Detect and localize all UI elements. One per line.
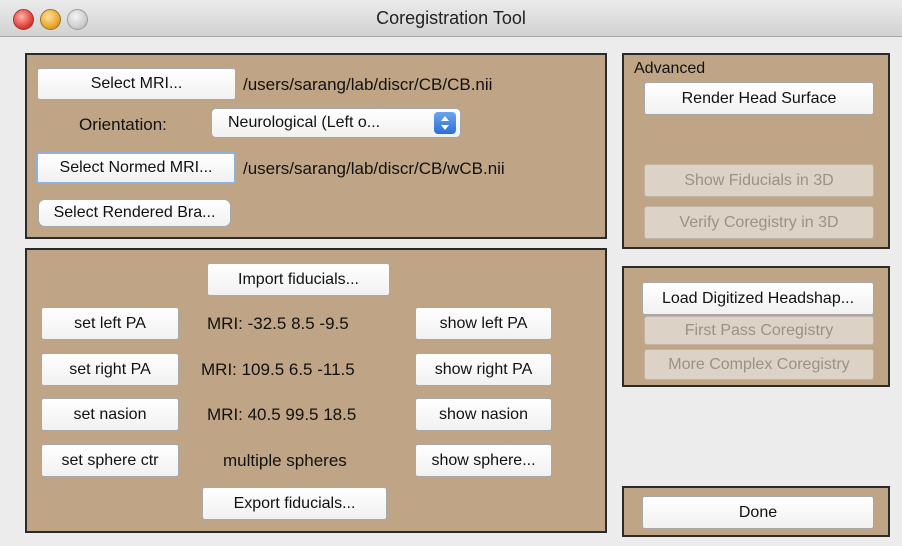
load-headshape-button[interactable]: Load Digitized Headshap... — [642, 282, 874, 315]
show-fiducials-3d-button[interactable]: Show Fiducials in 3D — [644, 164, 874, 197]
advanced-panel-title: Advanced — [634, 60, 706, 77]
first-pass-coregistry-button[interactable]: First Pass Coregistry — [644, 316, 874, 345]
nasion-coordinates: MRI: 40.5 99.5 18.5 — [207, 405, 357, 424]
verify-coregistry-3d-button[interactable]: Verify Coregistry in 3D — [644, 206, 874, 239]
stepper-arrows-icon — [434, 112, 456, 134]
set-right-pa-button[interactable]: set right PA — [41, 353, 179, 386]
right-pa-coordinates: MRI: 109.5 6.5 -11.5 — [201, 360, 355, 379]
orientation-value: Neurological (Left o... — [228, 114, 381, 131]
normed-mri-path: /users/sarang/lab/discr/CB/wCB.nii — [243, 159, 505, 178]
select-rendered-brain-button[interactable]: Select Rendered Bra... — [38, 199, 231, 227]
done-button[interactable]: Done — [642, 496, 874, 529]
coregistration-window: Coregistration Tool Select MRI... /users… — [0, 0, 902, 546]
export-fiducials-button[interactable]: Export fiducials... — [202, 487, 387, 520]
show-nasion-button[interactable]: show nasion — [415, 398, 552, 431]
orientation-label: Orientation: — [79, 115, 167, 134]
mri-panel: Select MRI... /users/sarang/lab/discr/CB… — [25, 53, 607, 239]
render-head-surface-button[interactable]: Render Head Surface — [644, 82, 874, 115]
import-fiducials-button[interactable]: Import fiducials... — [207, 263, 390, 296]
complex-coregistry-button[interactable]: More Complex Coregistry — [644, 349, 874, 380]
done-panel: Done — [622, 486, 890, 537]
set-nasion-button[interactable]: set nasion — [41, 398, 179, 431]
mri-path: /users/sarang/lab/discr/CB/CB.nii — [243, 75, 493, 94]
show-right-pa-button[interactable]: show right PA — [415, 353, 552, 386]
sphere-status: multiple spheres — [223, 451, 347, 470]
select-normed-mri-button[interactable]: Select Normed MRI... — [36, 152, 236, 184]
set-left-pa-button[interactable]: set left PA — [41, 307, 179, 340]
show-sphere-button[interactable]: show sphere... — [415, 444, 552, 477]
set-sphere-center-button[interactable]: set sphere ctr — [41, 444, 179, 477]
show-left-pa-button[interactable]: show left PA — [415, 307, 552, 340]
advanced-panel: Advanced Render Head Surface Show Fiduci… — [622, 53, 890, 249]
window-title: Coregistration Tool — [376, 8, 526, 28]
orientation-select[interactable]: Neurological (Left o... — [211, 108, 461, 138]
title-bar[interactable]: Coregistration Tool — [0, 0, 902, 37]
fiducials-panel: Import fiducials... set left PA MRI: -32… — [25, 248, 607, 533]
select-mri-button[interactable]: Select MRI... — [37, 68, 236, 100]
headshape-panel: Load Digitized Headshap... First Pass Co… — [622, 266, 890, 387]
left-pa-coordinates: MRI: -32.5 8.5 -9.5 — [207, 314, 349, 333]
